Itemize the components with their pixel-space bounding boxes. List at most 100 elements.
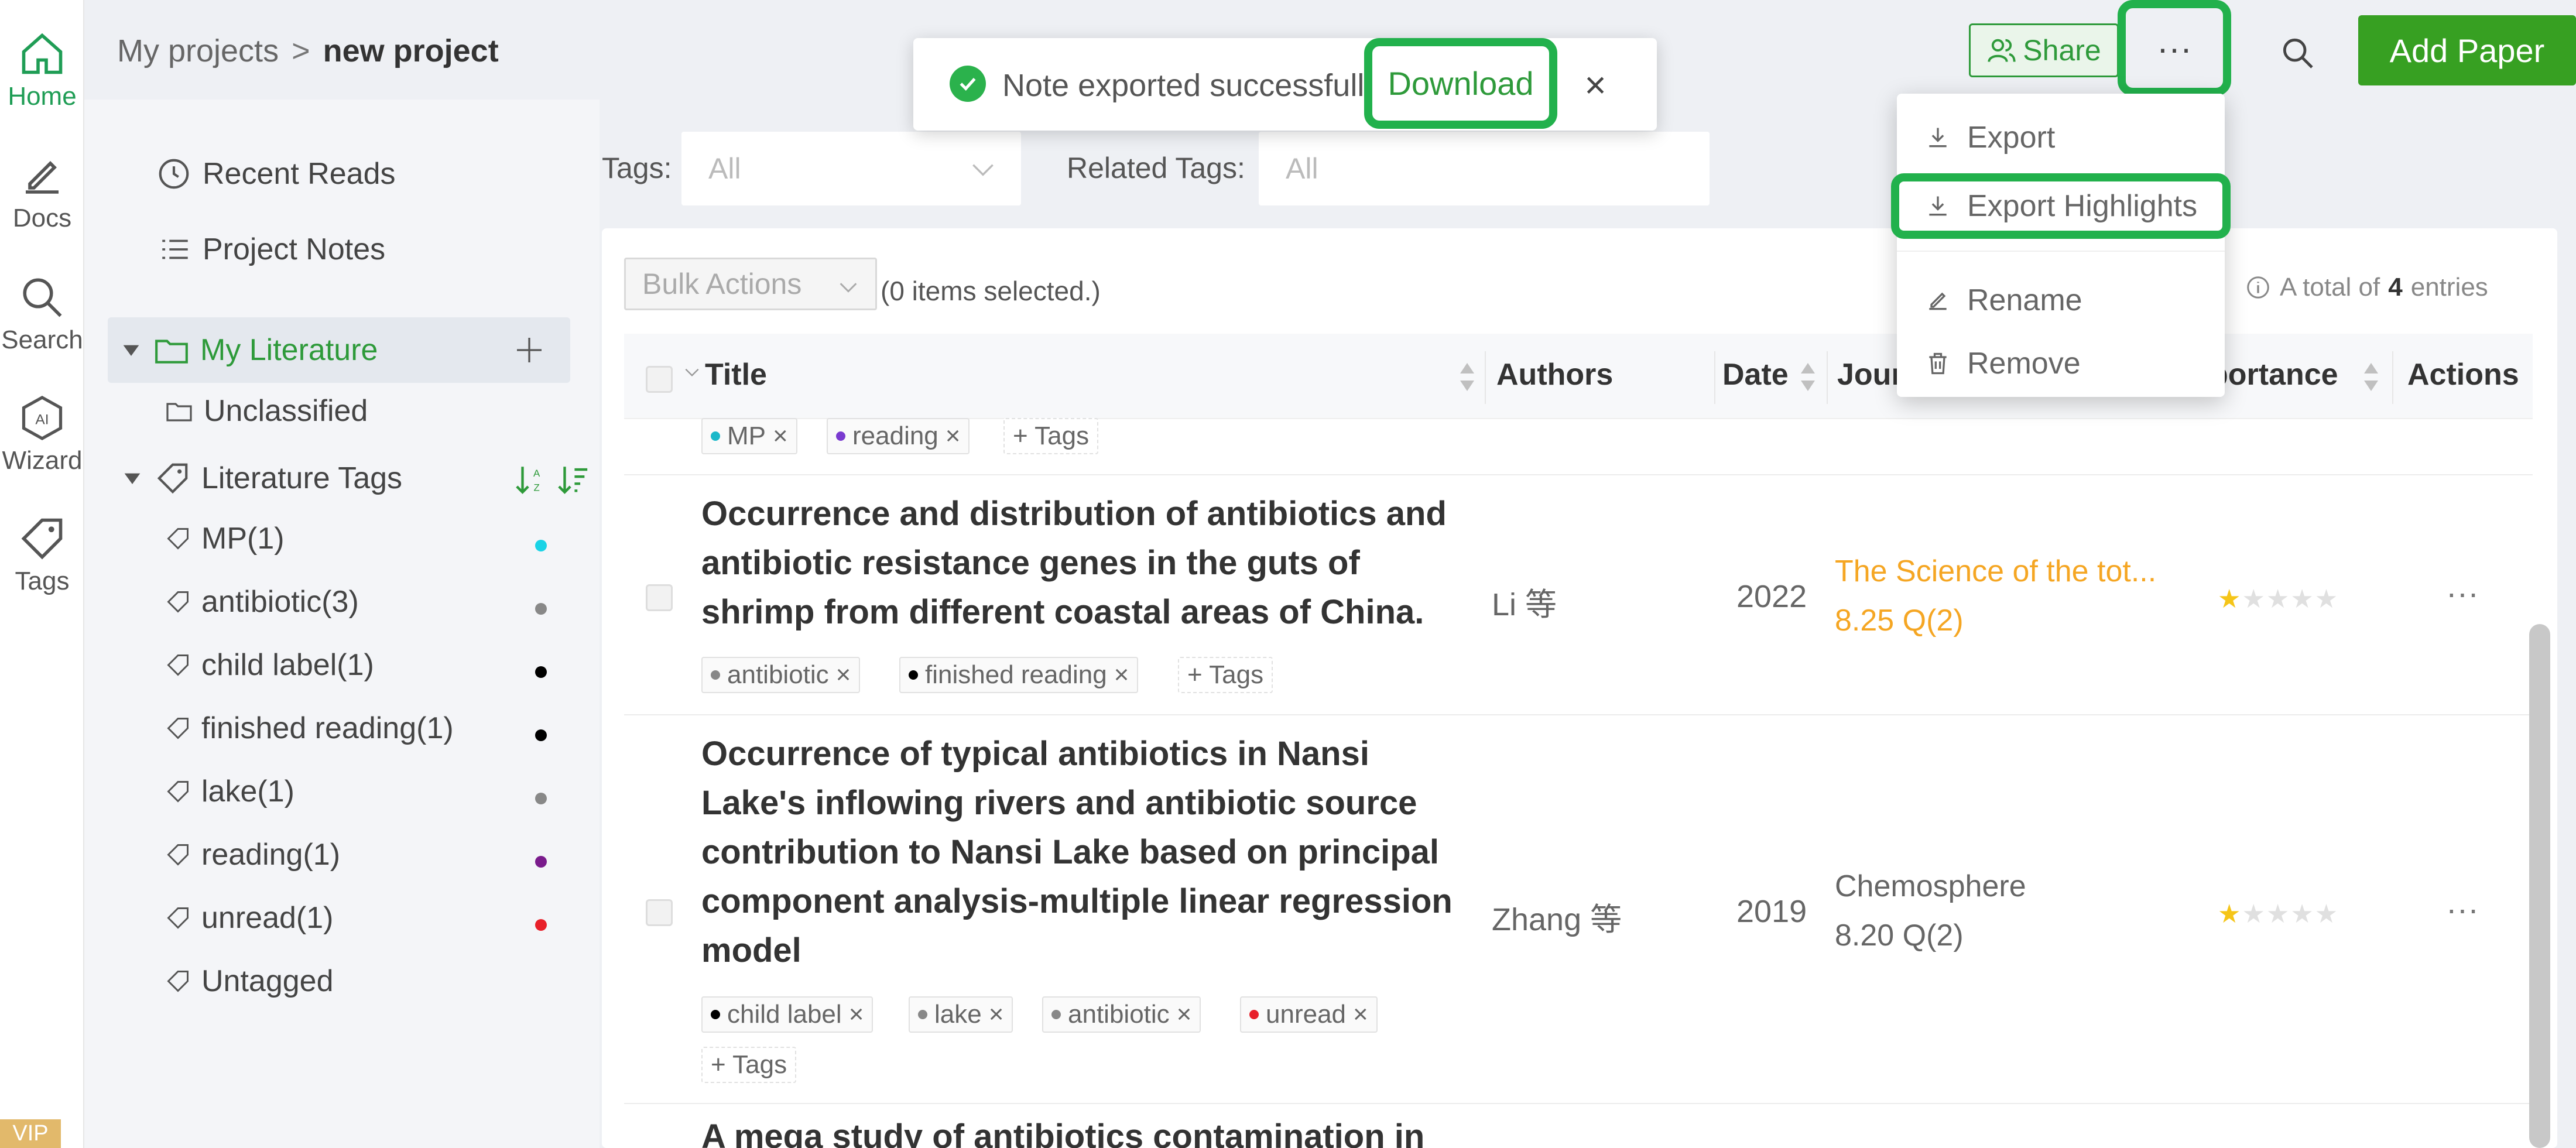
- tag-item-mp[interactable]: MP(1): [165, 521, 285, 556]
- tag-icon: [21, 518, 63, 560]
- sort-icon[interactable]: [1796, 359, 1820, 395]
- tag-item-antibiotic[interactable]: antibiotic(3): [165, 584, 359, 619]
- tag-color-dot: [535, 666, 547, 678]
- row-tag-chip[interactable]: MP ×: [701, 418, 797, 454]
- menu-item-rename[interactable]: Rename: [1897, 268, 2225, 333]
- column-importance[interactable]: portance: [2210, 357, 2338, 392]
- vip-badge[interactable]: VIP: [0, 1119, 61, 1148]
- menu-item-export[interactable]: Export: [1897, 105, 2225, 170]
- rail-home-label: Home: [8, 82, 77, 111]
- tag-color-dot: [535, 540, 547, 551]
- row-journal[interactable]: The Science of the tot... 8.25 Q(2): [1835, 547, 2163, 645]
- row-tag-chip[interactable]: reading ×: [827, 418, 970, 454]
- project-notes-item[interactable]: Project Notes: [158, 232, 385, 267]
- row-tag-chip[interactable]: finished reading ×: [899, 657, 1139, 693]
- column-journal[interactable]: Jour: [1837, 357, 1903, 392]
- unclassified-item[interactable]: Unclassified: [165, 393, 368, 429]
- column-title[interactable]: Title: [705, 357, 767, 392]
- add-tag-button[interactable]: + Tags: [701, 1047, 797, 1083]
- rail-search[interactable]: Search: [0, 273, 84, 355]
- rail-docs[interactable]: Docs: [0, 151, 84, 233]
- rail-wizard[interactable]: AI Wizard: [0, 393, 84, 475]
- close-icon[interactable]: ×: [1114, 660, 1129, 690]
- bulk-actions-select[interactable]: Bulk Actions: [624, 258, 877, 310]
- close-icon[interactable]: ×: [836, 660, 851, 690]
- share-button[interactable]: Share: [1969, 23, 2119, 77]
- sort-asc-icon[interactable]: AZ: [514, 462, 548, 496]
- close-icon[interactable]: ×: [946, 421, 961, 451]
- tags-filter-label: Tags:: [602, 152, 672, 184]
- tag-chip-label: antibiotic: [727, 660, 829, 689]
- tag-item-child-label[interactable]: child label(1): [165, 647, 374, 683]
- related-tags-select[interactable]: All: [1259, 132, 1710, 205]
- row-checkbox[interactable]: [646, 899, 673, 926]
- row-tag-chip[interactable]: child label ×: [701, 996, 873, 1033]
- tag-color-dot: [909, 670, 918, 680]
- menu-item-export-highlights[interactable]: Export Highlights: [1891, 173, 2231, 239]
- chevron-down-icon[interactable]: [683, 363, 701, 382]
- close-icon[interactable]: ×: [773, 421, 788, 451]
- my-literature-folder[interactable]: My Literature: [108, 317, 570, 383]
- row-title[interactable]: A mega study of antibiotics contaminatio…: [701, 1115, 1480, 1148]
- tag-item-untagged[interactable]: Untagged: [165, 964, 334, 999]
- column-authors[interactable]: Authors: [1496, 357, 1613, 392]
- more-options-button[interactable]: ···: [2118, 0, 2231, 96]
- rail-docs-label: Docs: [12, 204, 72, 232]
- breadcrumb-root[interactable]: My projects: [117, 33, 279, 68]
- close-icon[interactable]: ×: [1572, 61, 1619, 108]
- importance-rating[interactable]: ★★★★★: [2218, 899, 2339, 929]
- star-empty-icon[interactable]: ★★★★: [2242, 900, 2339, 928]
- tags-filter-select[interactable]: All: [681, 132, 1021, 205]
- column-date[interactable]: Date: [1722, 357, 1789, 392]
- recent-reads-item[interactable]: Recent Reads: [156, 156, 396, 192]
- rail-home[interactable]: Home: [0, 29, 84, 111]
- tag-item-lake[interactable]: lake(1): [165, 774, 294, 809]
- row-tag-chip[interactable]: lake ×: [909, 996, 1013, 1033]
- tag-item-reading[interactable]: reading(1): [165, 837, 340, 872]
- add-tag-button[interactable]: + Tags: [1178, 657, 1273, 693]
- tag-item-label: MP(1): [201, 522, 285, 556]
- sort-list-icon[interactable]: [556, 462, 590, 496]
- row-checkbox[interactable]: [646, 584, 673, 611]
- row-tag-chip[interactable]: antibiotic ×: [1042, 996, 1201, 1033]
- project-sidebar: Recent Reads Project Notes My Literature…: [84, 100, 600, 1148]
- row-actions-button[interactable]: ···: [2446, 890, 2479, 928]
- list-icon: [162, 239, 188, 259]
- row-journal[interactable]: Chemosphere 8.20 Q(2): [1835, 862, 2163, 960]
- add-folder-icon[interactable]: [513, 334, 546, 366]
- tag-item-finished-reading[interactable]: finished reading(1): [165, 711, 454, 746]
- row-authors: Zhang 等: [1492, 902, 1622, 937]
- close-icon[interactable]: ×: [849, 1000, 864, 1029]
- tag-icon: [167, 718, 189, 739]
- importance-rating[interactable]: ★★★★★: [2218, 584, 2339, 614]
- export-toast: Note exported successfully, Download ×: [913, 38, 1657, 131]
- table-scrollbar[interactable]: [2529, 624, 2550, 1148]
- row-tag-chip[interactable]: antibiotic ×: [701, 657, 861, 693]
- menu-item-remove[interactable]: Remove: [1897, 331, 2225, 396]
- close-icon[interactable]: ×: [989, 1000, 1004, 1029]
- add-paper-button[interactable]: Add Paper: [2358, 15, 2576, 85]
- docs-icon: [26, 161, 59, 194]
- tag-icon: [167, 591, 189, 613]
- sort-icon[interactable]: [1455, 359, 1479, 395]
- star-filled-icon[interactable]: ★: [2218, 900, 2242, 928]
- close-icon[interactable]: ×: [1177, 1000, 1192, 1029]
- toast-download-link[interactable]: Download: [1364, 38, 1557, 129]
- row-title[interactable]: Occurrence of typical antibiotics in Nan…: [701, 729, 1480, 975]
- add-tag-button[interactable]: + Tags: [1003, 418, 1099, 454]
- rail-tags[interactable]: Tags: [0, 514, 84, 596]
- star-empty-icon[interactable]: ★★★★: [2242, 585, 2339, 614]
- row-title[interactable]: Occurrence and distribution of antibioti…: [701, 489, 1480, 637]
- tag-item-unread[interactable]: unread(1): [165, 900, 333, 935]
- my-literature-label: My Literature: [200, 333, 378, 367]
- select-all-checkbox[interactable]: [646, 366, 673, 393]
- row-actions-button[interactable]: ···: [2446, 574, 2479, 612]
- row-tag-chip[interactable]: unread ×: [1240, 996, 1378, 1033]
- star-filled-icon[interactable]: ★: [2218, 585, 2242, 614]
- ai-wizard-icon: AI: [22, 395, 63, 441]
- sort-icon[interactable]: [2359, 359, 2383, 395]
- close-icon[interactable]: ×: [1353, 1000, 1368, 1029]
- header-search-button[interactable]: [2272, 27, 2324, 80]
- literature-tags-group[interactable]: Literature Tags AZ: [121, 460, 589, 496]
- caret-down-icon: [123, 345, 139, 356]
